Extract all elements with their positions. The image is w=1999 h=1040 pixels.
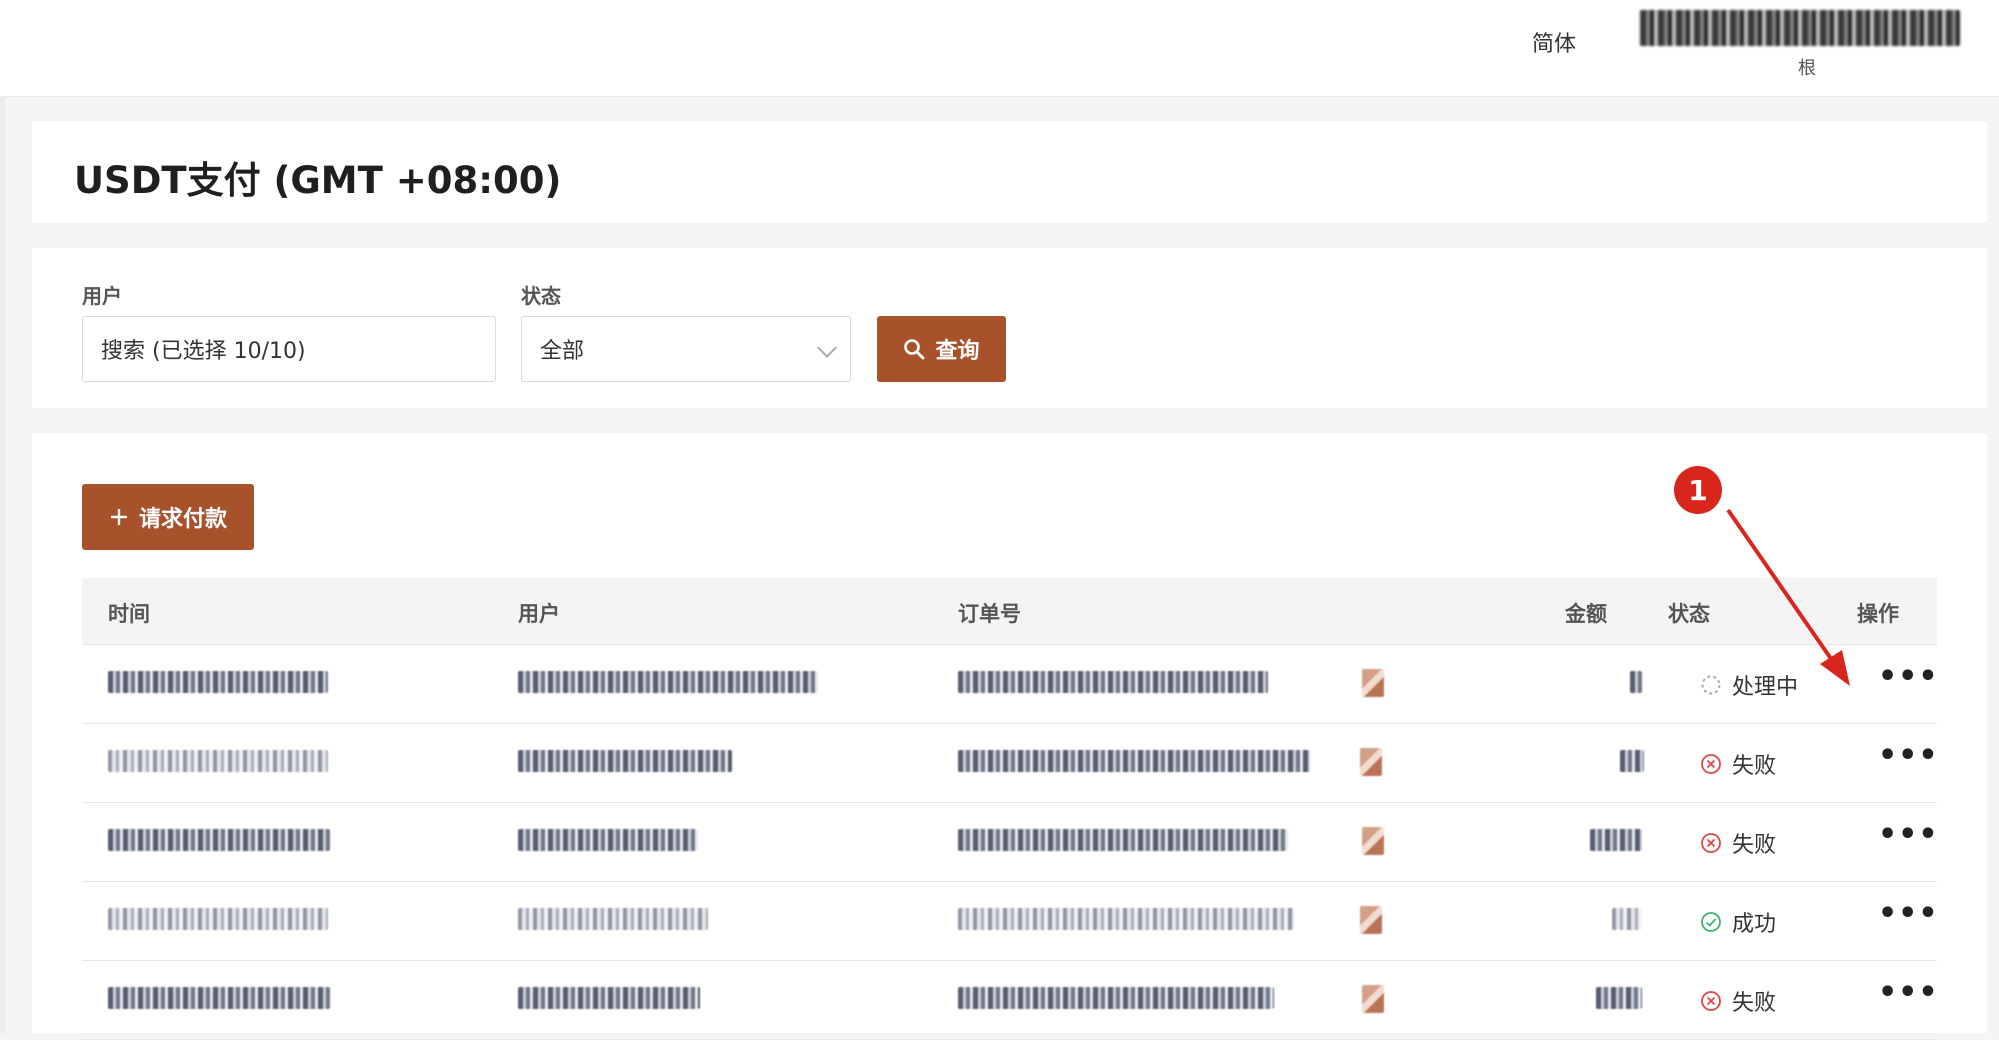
status-filter-label: 状态 — [521, 284, 561, 308]
page-title: USDT支付 (GMT +08:00) — [74, 159, 562, 202]
status-text: 失败 — [1732, 754, 1777, 779]
chevron-down-icon — [817, 338, 837, 358]
user-cell-redacted — [518, 987, 700, 1009]
copy-icon[interactable] — [1362, 827, 1384, 855]
top-header: 简体 根 — [0, 0, 1999, 97]
title-card: USDT支付 (GMT +08:00) — [32, 122, 1987, 222]
user-cell-redacted — [518, 750, 732, 772]
order-cell-redacted — [958, 750, 1310, 772]
column-user: 用户 — [518, 602, 560, 626]
payments-table: 时间 用户 订单号 金额 状态 操作 处理中 ••• 失败 ••• 失败 •••… — [82, 578, 1939, 1040]
close-circle-icon — [1701, 833, 1721, 853]
results-panel: 请求付款 时间 用户 订单号 金额 状态 操作 处理中 ••• 失败 ••• 失… — [32, 434, 1987, 1040]
table-row: 失败 ••• — [82, 961, 1939, 1040]
user-cell-redacted — [518, 829, 698, 851]
status-badge: 成功 — [1700, 906, 1776, 938]
more-icon[interactable]: ••• — [1878, 896, 1939, 931]
time-cell-redacted — [108, 829, 330, 851]
status-text: 失败 — [1732, 991, 1777, 1016]
column-status: 状态 — [1668, 602, 1710, 626]
copy-icon[interactable] — [1362, 985, 1384, 1013]
order-cell-redacted — [958, 987, 1274, 1009]
account-name-redacted[interactable] — [1640, 10, 1960, 46]
time-cell-redacted — [108, 750, 328, 772]
table-row: 失败 ••• — [82, 724, 1939, 803]
user-filter-value: 搜索 (已选择 10/10) — [101, 339, 306, 364]
status-filter-value: 全部 — [540, 339, 585, 364]
order-cell-redacted — [958, 908, 1294, 930]
account-role: 根 — [1798, 58, 1816, 79]
table-row: 失败 ••• — [82, 803, 1939, 882]
time-cell-redacted — [108, 671, 328, 693]
amount-cell-redacted — [1596, 987, 1642, 1009]
status-badge: 处理中 — [1700, 669, 1798, 701]
user-cell-redacted — [518, 671, 818, 693]
filter-panel: 用户 搜索 (已选择 10/10) 状态 全部 查询 — [32, 248, 1987, 408]
close-circle-icon — [1701, 754, 1721, 774]
column-amount: 金额 — [1565, 602, 1607, 626]
column-order: 订单号 — [958, 602, 1021, 626]
amount-cell-redacted — [1590, 829, 1642, 851]
amount-cell-redacted — [1612, 908, 1642, 930]
status-text: 处理中 — [1732, 675, 1799, 700]
search-icon — [904, 339, 925, 360]
more-icon[interactable]: ••• — [1878, 738, 1939, 773]
query-button[interactable]: 查询 — [877, 316, 1006, 382]
more-icon[interactable]: ••• — [1878, 975, 1939, 1010]
amount-cell-redacted — [1630, 671, 1642, 693]
request-payment-button[interactable]: 请求付款 — [82, 484, 254, 550]
request-payment-label: 请求付款 — [138, 507, 227, 532]
user-cell-redacted — [518, 908, 708, 930]
plus-icon — [110, 509, 127, 525]
copy-icon[interactable] — [1360, 748, 1382, 776]
annotation-badge: 1 — [1674, 466, 1722, 514]
more-icon[interactable]: ••• — [1878, 817, 1939, 852]
status-text: 失败 — [1732, 833, 1777, 858]
status-badge: 失败 — [1700, 827, 1776, 859]
status-badge: 失败 — [1700, 985, 1776, 1017]
order-cell-redacted — [958, 829, 1288, 851]
time-cell-redacted — [108, 987, 330, 1009]
copy-icon[interactable] — [1360, 906, 1382, 934]
table-header: 时间 用户 订单号 金额 状态 操作 — [82, 578, 1937, 645]
user-filter-label: 用户 — [82, 284, 122, 308]
more-icon[interactable]: ••• — [1878, 659, 1939, 694]
query-button-label: 查询 — [935, 339, 980, 364]
table-row: 处理中 ••• — [82, 645, 1939, 724]
status-text: 成功 — [1732, 912, 1777, 937]
column-operation: 操作 — [1857, 602, 1899, 626]
table-row: 成功 ••• — [82, 882, 1939, 961]
status-filter-select[interactable]: 全部 — [521, 316, 851, 382]
check-circle-icon — [1701, 912, 1721, 932]
order-cell-redacted — [958, 671, 1268, 693]
language-switcher[interactable]: 简体 — [1532, 26, 1576, 58]
user-filter-input[interactable]: 搜索 (已选择 10/10) — [82, 316, 496, 382]
spinner-icon — [1701, 675, 1721, 695]
time-cell-redacted — [108, 908, 328, 930]
copy-icon[interactable] — [1362, 669, 1384, 697]
sidebar-edge — [0, 96, 5, 1033]
status-badge: 失败 — [1700, 748, 1776, 780]
close-circle-icon — [1701, 991, 1721, 1011]
column-time: 时间 — [108, 602, 150, 626]
amount-cell-redacted — [1620, 750, 1644, 772]
